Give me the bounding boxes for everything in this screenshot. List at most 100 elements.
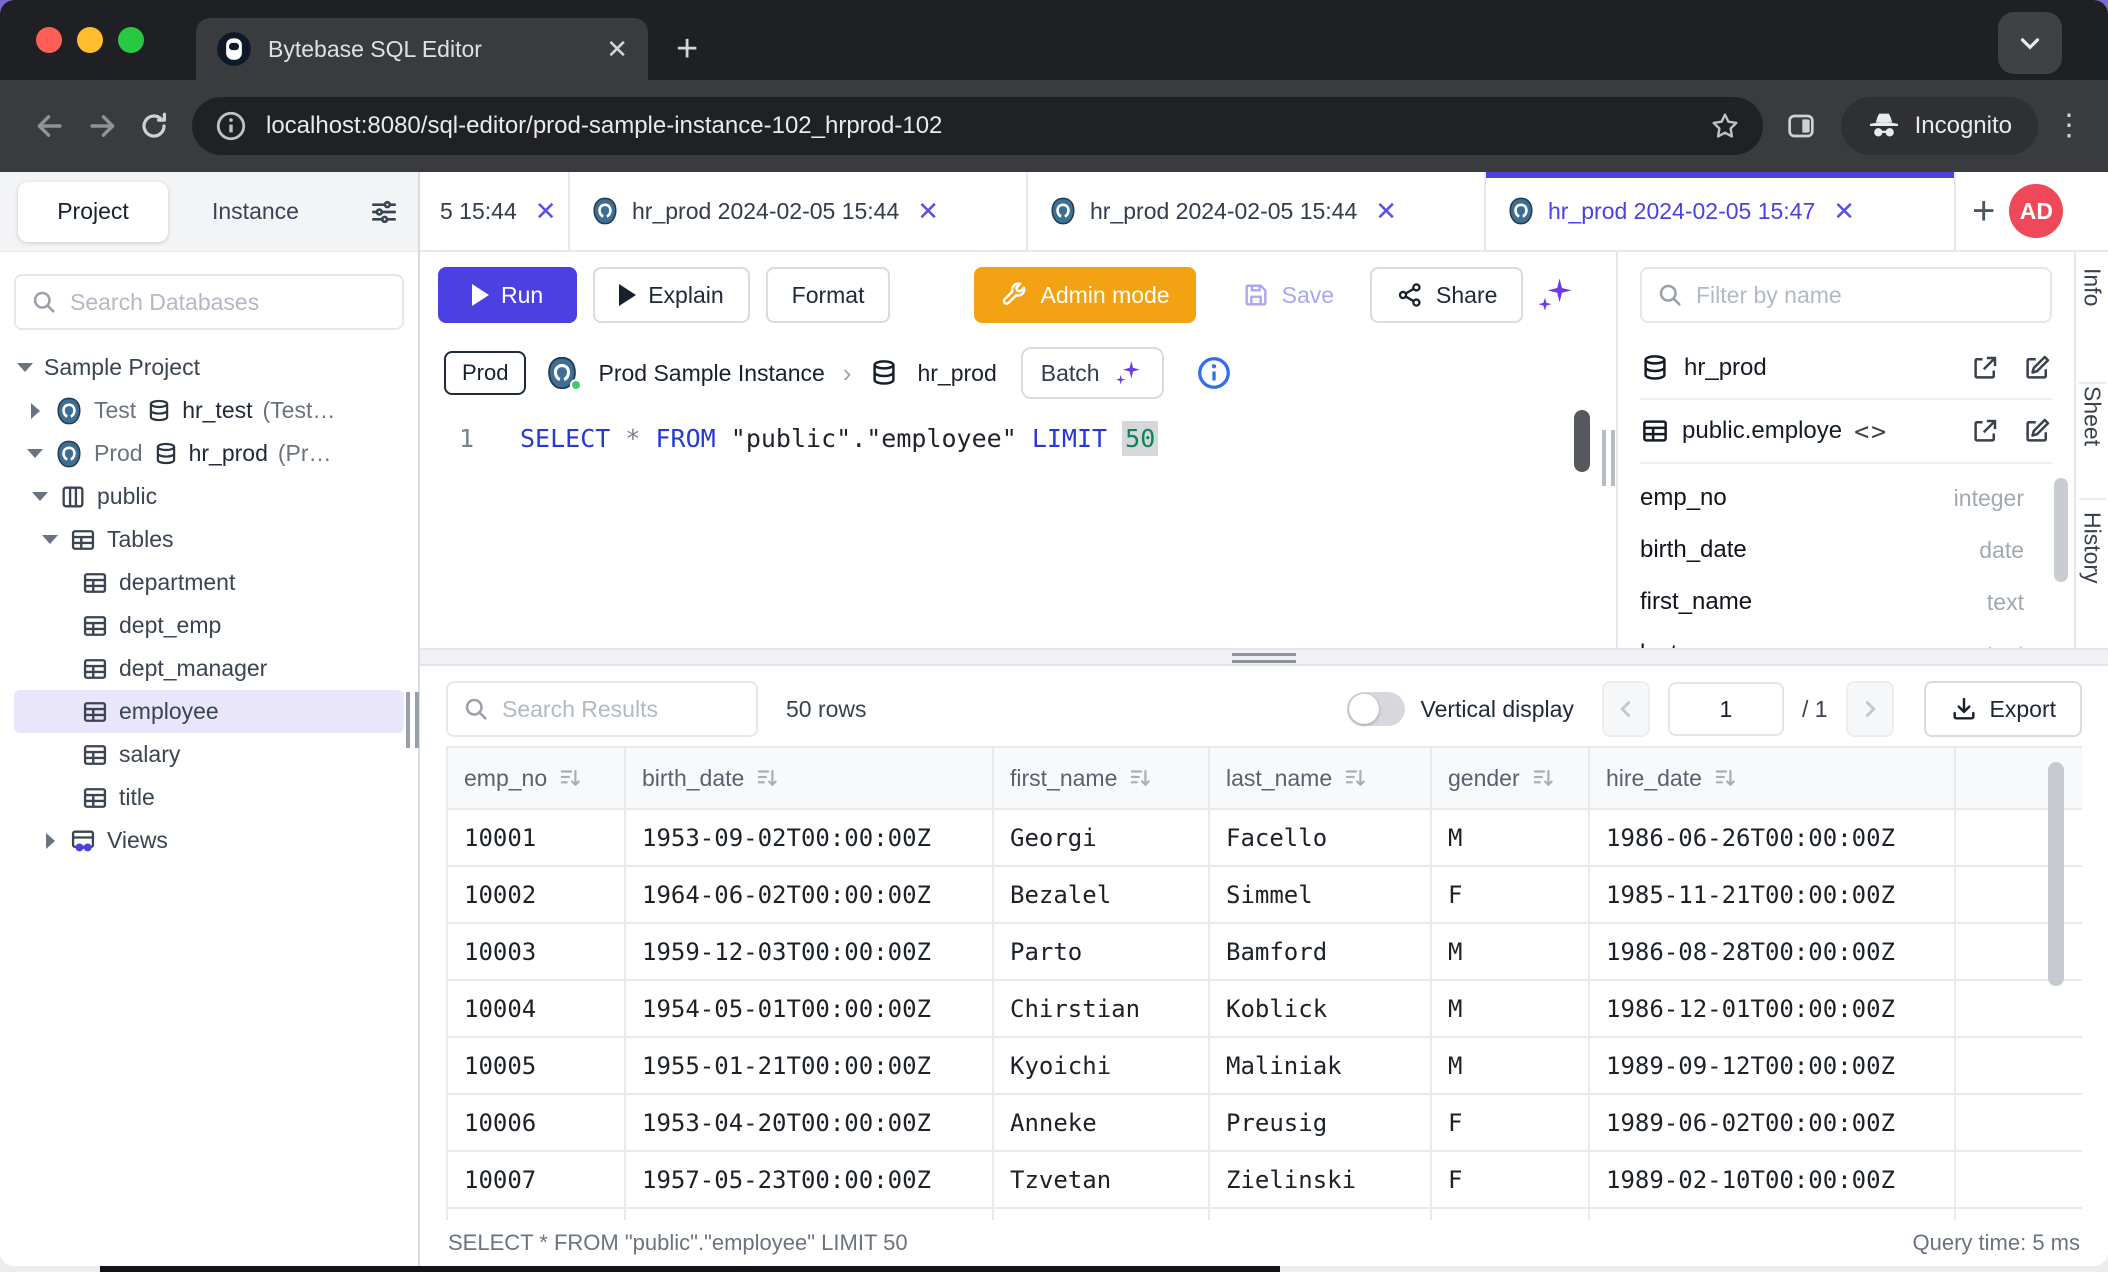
column-header-hire_date[interactable]: hire_date [1590, 748, 1956, 810]
database-search-box[interactable] [14, 274, 404, 330]
close-tab-icon[interactable]: ✕ [535, 198, 557, 224]
table-cell[interactable]: M [1432, 810, 1590, 867]
sort-icon[interactable] [1712, 765, 1738, 791]
table-cell[interactable] [1210, 1209, 1432, 1220]
database-search-input[interactable] [70, 289, 388, 316]
reload-button[interactable] [128, 100, 180, 152]
table-cell[interactable]: 1985-11-21T00:00:00Z [1590, 867, 1956, 924]
column-header-last_name[interactable]: last_name [1210, 748, 1432, 810]
back-button[interactable] [24, 100, 76, 152]
page-number-input[interactable] [1668, 682, 1784, 736]
table-cell[interactable]: 1953-04-20T00:00:00Z [626, 1095, 994, 1152]
editor-tab-3[interactable]: hr_prod 2024-02-05 15:47✕ [1486, 172, 1956, 250]
chevron-right-icon[interactable] [26, 403, 44, 419]
tree-item-public[interactable]: public [14, 475, 404, 518]
column-header-birth_date[interactable]: birth_date [626, 748, 994, 810]
table-cell[interactable]: Maliniak [1210, 1038, 1432, 1095]
table-cell[interactable]: 1986-06-26T00:00:00Z [1590, 810, 1956, 867]
sidebar-tab-project[interactable]: Project [18, 182, 168, 242]
results-scrollbar-thumb[interactable] [2048, 762, 2064, 986]
column-header-emp_no[interactable]: emp_no [448, 748, 626, 810]
splitter-handle[interactable] [1232, 653, 1296, 667]
export-button[interactable]: Export [1924, 681, 2082, 737]
close-tab-icon[interactable]: ✕ [917, 198, 939, 224]
table-cell[interactable]: Facello [1210, 810, 1432, 867]
code-icon[interactable]: <> [1854, 417, 1888, 446]
sort-icon[interactable] [1127, 765, 1153, 791]
table-cell[interactable]: 10004 [448, 981, 626, 1038]
table-cell[interactable]: 10007 [448, 1152, 626, 1209]
results-search-input[interactable] [502, 696, 742, 723]
tree-item-hr_prod[interactable]: Prodhr_prod(Pr… [14, 432, 404, 475]
panel-resize-handle[interactable] [1602, 430, 1615, 486]
sort-icon[interactable] [557, 765, 583, 791]
sidebar-settings-icon[interactable] [368, 196, 400, 228]
sidebar-tab-instance[interactable]: Instance [212, 198, 299, 225]
new-sheet-button[interactable]: + [1972, 191, 1995, 231]
chevron-down-icon[interactable] [31, 492, 49, 501]
column-header-gender[interactable]: gender [1432, 748, 1590, 810]
editor-tab-1[interactable]: hr_prod 2024-02-05 15:44✕ [570, 172, 1028, 250]
browser-tab-close-icon[interactable]: ✕ [606, 36, 628, 62]
browser-tab[interactable]: Bytebase SQL Editor ✕ [196, 18, 648, 80]
table-cell[interactable]: Zielinski [1210, 1152, 1432, 1209]
table-cell[interactable]: 1986-12-01T00:00:00Z [1590, 981, 1956, 1038]
connection-info-icon[interactable] [1196, 355, 1232, 391]
table-cell[interactable] [1432, 1209, 1590, 1220]
results-search-box[interactable] [446, 681, 758, 737]
tree-item-title[interactable]: title [14, 776, 404, 819]
external-link-icon[interactable] [1970, 353, 2000, 383]
tree-item-Tables[interactable]: Tables [14, 518, 404, 561]
share-button[interactable]: Share [1370, 267, 1523, 323]
table-cell[interactable]: 10001 [448, 810, 626, 867]
previous-page-button[interactable] [1602, 681, 1650, 737]
table-cell[interactable]: Tzvetan [994, 1152, 1210, 1209]
chevron-down-icon[interactable] [16, 363, 34, 372]
column-header-first_name[interactable]: first_name [994, 748, 1210, 810]
table-cell[interactable]: 1989-09-12T00:00:00Z [1590, 1038, 1956, 1095]
sort-icon[interactable] [754, 765, 780, 791]
editor-tab-2[interactable]: hr_prod 2024-02-05 15:44✕ [1028, 172, 1486, 250]
close-tab-icon[interactable]: ✕ [1833, 198, 1855, 224]
table-cell[interactable]: 1964-06-02T00:00:00Z [626, 867, 994, 924]
rail-tab-history[interactable]: History [2079, 500, 2106, 662]
table-cell[interactable]: F [1432, 1095, 1590, 1152]
chevron-down-icon[interactable] [41, 535, 59, 544]
horizontal-splitter[interactable] [420, 648, 2108, 666]
table-cell[interactable]: Bezalel [994, 867, 1210, 924]
explain-button[interactable]: Explain [593, 267, 749, 323]
format-button[interactable]: Format [766, 267, 891, 323]
next-page-button[interactable] [1846, 681, 1894, 737]
schema-scrollbar-thumb[interactable] [2054, 478, 2068, 582]
table-cell[interactable]: 1957-05-23T00:00:00Z [626, 1152, 994, 1209]
tree-item-Views[interactable]: Views [14, 819, 404, 862]
schema-column-first_name[interactable]: first_nametext [1640, 576, 2052, 628]
external-link-icon[interactable] [1970, 416, 2000, 446]
table-cell[interactable] [626, 1209, 994, 1220]
instance-name[interactable]: Prod Sample Instance [598, 360, 824, 387]
table-cell[interactable]: 1959-12-03T00:00:00Z [626, 924, 994, 981]
table-cell[interactable]: 1989-02-10T00:00:00Z [1590, 1152, 1956, 1209]
tree-item-dept_emp[interactable]: dept_emp [14, 604, 404, 647]
table-cell[interactable]: Chirstian [994, 981, 1210, 1038]
admin-mode-button[interactable]: Admin mode [974, 267, 1195, 323]
table-cell[interactable]: Koblick [1210, 981, 1432, 1038]
sidebar-resize-handle[interactable] [406, 692, 419, 748]
forward-button[interactable] [76, 100, 128, 152]
table-cell[interactable]: 10005 [448, 1038, 626, 1095]
close-window-button[interactable] [36, 27, 62, 53]
close-tab-icon[interactable]: ✕ [1375, 198, 1397, 224]
rail-tab-info[interactable]: Info [2079, 252, 2106, 384]
user-avatar[interactable]: AD [2009, 184, 2063, 238]
table-cell[interactable]: 10002 [448, 867, 626, 924]
tree-item-department[interactable]: department [14, 561, 404, 604]
table-cell[interactable] [994, 1209, 1210, 1220]
minimize-window-button[interactable] [77, 27, 103, 53]
schema-column-birth_date[interactable]: birth_datedate [1640, 524, 2052, 576]
tree-item-employee[interactable]: employee [14, 690, 404, 733]
table-cell[interactable]: Anneke [994, 1095, 1210, 1152]
table-cell[interactable]: F [1432, 867, 1590, 924]
schema-column-last_name[interactable]: last_nametext [1640, 628, 2052, 648]
table-cell[interactable]: Parto [994, 924, 1210, 981]
chevron-right-icon[interactable] [41, 833, 59, 849]
